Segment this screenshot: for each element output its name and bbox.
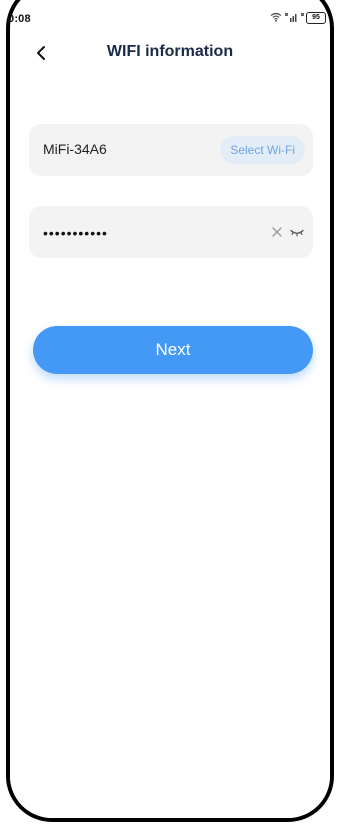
- header: WIFI information: [10, 28, 330, 78]
- password-input[interactable]: [41, 220, 245, 246]
- toggle-password-visibility-button[interactable]: [289, 224, 305, 240]
- clear-password-button[interactable]: [269, 224, 285, 240]
- page-title: WIFI information: [106, 43, 234, 60]
- phone-frame: 0:08 95 WIFI information MiFi-34A6 Selec…: [6, 0, 334, 822]
- password-field[interactable]: [29, 206, 313, 258]
- status-time: 0:08: [8, 13, 31, 25]
- select-wifi-button[interactable]: Select Wi-Fi: [220, 136, 305, 164]
- status-bar: 0:08 95: [10, 4, 330, 26]
- battery-indicator: 95: [306, 12, 326, 24]
- next-button[interactable]: Next: [33, 326, 313, 374]
- wifi-name-value: MiFi-34A6: [43, 141, 107, 157]
- wifi-name-field[interactable]: MiFi-34A6 Select Wi-Fi: [29, 124, 313, 176]
- main-content: MiFi-34A6 Select Wi-Fi Next: [10, 78, 330, 818]
- eye-closed-icon: [290, 229, 304, 237]
- close-icon: [272, 227, 282, 237]
- signal-icon: [285, 13, 297, 22]
- wifi-icon: [270, 12, 282, 22]
